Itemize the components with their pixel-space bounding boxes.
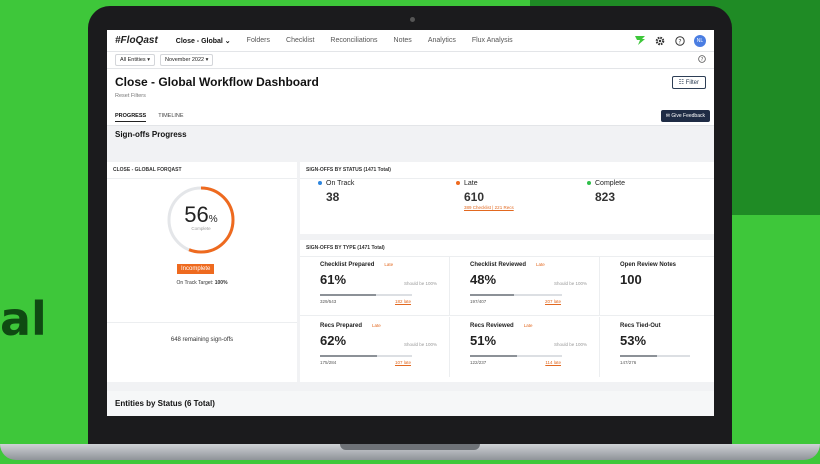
card-count: 197/407 bbox=[470, 299, 487, 304]
complete-dot-icon bbox=[587, 181, 591, 185]
give-feedback-button[interactable]: ✉ Give Feedback bbox=[660, 110, 710, 122]
card-label: Open Review Notes bbox=[620, 262, 677, 268]
late-count-link[interactable]: 207 late bbox=[545, 299, 561, 304]
status-complete[interactable]: Complete 823 bbox=[587, 180, 625, 204]
progress-bar bbox=[470, 294, 562, 296]
card-open-review-notes[interactable]: Open Review Notes 100 bbox=[600, 256, 714, 316]
status-late[interactable]: Late 610 389 Checklist | 221 Recs bbox=[456, 180, 514, 210]
nav-item-reconciliations[interactable]: Reconciliations bbox=[330, 37, 377, 44]
late-count-link[interactable]: 182 late bbox=[395, 299, 411, 304]
progress-ring: 56% Complete bbox=[165, 184, 237, 256]
should-be: Should be 100% bbox=[553, 281, 587, 286]
tab-progress[interactable]: PROGRESS bbox=[115, 113, 147, 122]
on-track-dot-icon bbox=[318, 181, 322, 185]
card-count: 175/284 bbox=[320, 360, 337, 365]
card-label: Recs Tied-Out bbox=[620, 323, 661, 329]
status-label: Complete bbox=[595, 180, 625, 187]
card-checklist-reviewed[interactable]: Checklist Reviewed Late 48% Should be 100… bbox=[450, 256, 600, 316]
card-recs-prepared[interactable]: Recs Prepared Late 62% Should be 100% 175… bbox=[300, 317, 450, 377]
card-value: 100 bbox=[620, 272, 642, 287]
status-value: 610 bbox=[464, 190, 485, 204]
page-title: Close - Global Workflow Dashboard bbox=[115, 75, 319, 89]
laptop-notch bbox=[340, 444, 480, 450]
remaining-signoffs: 648 remaining sign-offs bbox=[170, 337, 234, 343]
should-be: Should be 100% bbox=[403, 281, 437, 286]
app-logo[interactable]: #FloQast bbox=[115, 35, 158, 46]
filter-bar: All Entities ▾ November 2022 ▾ ? bbox=[107, 52, 714, 69]
background-text: al bbox=[0, 292, 47, 346]
card-label: Recs Prepared bbox=[320, 323, 363, 329]
entities-section-title: Entities by Status (6 Total) bbox=[107, 391, 714, 416]
progress-bar bbox=[320, 294, 412, 296]
percent-symbol: % bbox=[208, 214, 218, 225]
on-track-target: On Track Target: 100% bbox=[107, 280, 297, 286]
filter-button[interactable]: ☷ Filter bbox=[671, 76, 706, 89]
target-value: 100% bbox=[214, 280, 228, 286]
panel-heading: SIGN-OFFS BY STATUS (1471 Total) bbox=[300, 162, 714, 179]
panel-heading: SIGN-OFFS BY TYPE (1471 Total) bbox=[300, 240, 714, 257]
section-title: Sign-offs Progress bbox=[115, 130, 187, 139]
nav-item-notes[interactable]: Notes bbox=[394, 37, 412, 44]
tab-bar: PROGRESS TIMELINE bbox=[115, 113, 196, 122]
late-count-link[interactable]: 114 late bbox=[545, 360, 561, 365]
card-recs-tied-out[interactable]: Recs Tied-Out 53% 147/276 bbox=[600, 317, 714, 377]
help-icon[interactable]: ? bbox=[674, 35, 686, 47]
gear-icon[interactable] bbox=[654, 35, 666, 47]
help-icon[interactable]: ? bbox=[698, 55, 706, 65]
percent-value: 56 bbox=[184, 202, 209, 227]
late-count-link[interactable]: 107 late bbox=[395, 360, 411, 365]
laptop-bezel bbox=[88, 416, 732, 446]
panel-heading: CLOSE - GLOBAL FORQAST bbox=[107, 162, 297, 179]
card-recs-reviewed[interactable]: Recs Reviewed Late 51% Should be 100% 122… bbox=[450, 317, 600, 377]
progress-bar bbox=[320, 355, 412, 357]
complete-label: Complete bbox=[191, 226, 211, 231]
status-label: On Track bbox=[326, 180, 355, 187]
reset-filters-link[interactable]: Reset Filters bbox=[115, 93, 706, 99]
nav-item-folders[interactable]: Folders bbox=[247, 37, 270, 44]
late-badge: Late bbox=[372, 323, 381, 328]
late-dot-icon bbox=[456, 181, 460, 185]
should-be: Should be 100% bbox=[553, 342, 587, 347]
tab-timeline[interactable]: TIMELINE bbox=[158, 113, 183, 122]
late-badge: Late bbox=[523, 323, 533, 328]
floqast-mark-icon[interactable] bbox=[634, 35, 646, 47]
status-on-track[interactable]: On Track 38 bbox=[318, 180, 354, 204]
should-be: Should be 100% bbox=[403, 342, 437, 347]
nav-item-checklist[interactable]: Checklist bbox=[286, 37, 314, 44]
card-label: Checklist Prepared bbox=[320, 262, 375, 268]
progress-bar bbox=[620, 355, 690, 357]
nav-item-close[interactable]: Close - Global ⌄ bbox=[176, 37, 231, 45]
avatar[interactable]: NL bbox=[694, 34, 706, 47]
late-breakdown-link[interactable]: 389 Checklist | 221 Recs bbox=[464, 205, 514, 210]
card-count: 122/237 bbox=[470, 360, 487, 365]
target-label: On Track Target: bbox=[176, 280, 215, 286]
divider bbox=[107, 322, 297, 323]
page-header: Close - Global Workflow Dashboard Reset … bbox=[107, 69, 714, 126]
period-dropdown[interactable]: November 2022 ▾ bbox=[159, 54, 214, 66]
card-count: 329/543 bbox=[320, 299, 337, 304]
type-panel: SIGN-OFFS BY TYPE (1471 Total) Checklist… bbox=[300, 240, 714, 382]
progress-bar bbox=[470, 355, 562, 357]
svg-text:?: ? bbox=[678, 38, 681, 45]
status-value: 38 bbox=[326, 190, 340, 204]
entities-dropdown[interactable]: All Entities ▾ bbox=[115, 54, 155, 66]
nav-item-analytics[interactable]: Analytics bbox=[428, 37, 456, 44]
late-badge: Late bbox=[536, 262, 545, 267]
status-label: Late bbox=[464, 180, 478, 187]
status-value: 823 bbox=[595, 190, 616, 204]
late-badge: Late bbox=[384, 262, 394, 267]
nav-item-flux-analysis[interactable]: Flux Analysis bbox=[472, 37, 513, 44]
card-checklist-prepared[interactable]: Checklist Prepared Late 61% Should be 100… bbox=[300, 256, 450, 316]
overall-progress-panel: CLOSE - GLOBAL FORQAST 56% Complete Inco… bbox=[107, 162, 297, 382]
status-panel: SIGN-OFFS BY STATUS (1471 Total) On Trac… bbox=[300, 162, 714, 234]
card-label: Checklist Reviewed bbox=[470, 262, 527, 268]
card-count: 147/276 bbox=[620, 360, 637, 365]
card-label: Recs Reviewed bbox=[470, 323, 514, 329]
camera-icon bbox=[410, 17, 415, 22]
top-nav: #FloQast Close - Global ⌄ Folders Checkl… bbox=[107, 30, 714, 52]
status-badge: Incomplete bbox=[177, 264, 215, 274]
card-percent: 53% bbox=[620, 333, 647, 348]
app-screen: #FloQast Close - Global ⌄ Folders Checkl… bbox=[107, 30, 714, 416]
